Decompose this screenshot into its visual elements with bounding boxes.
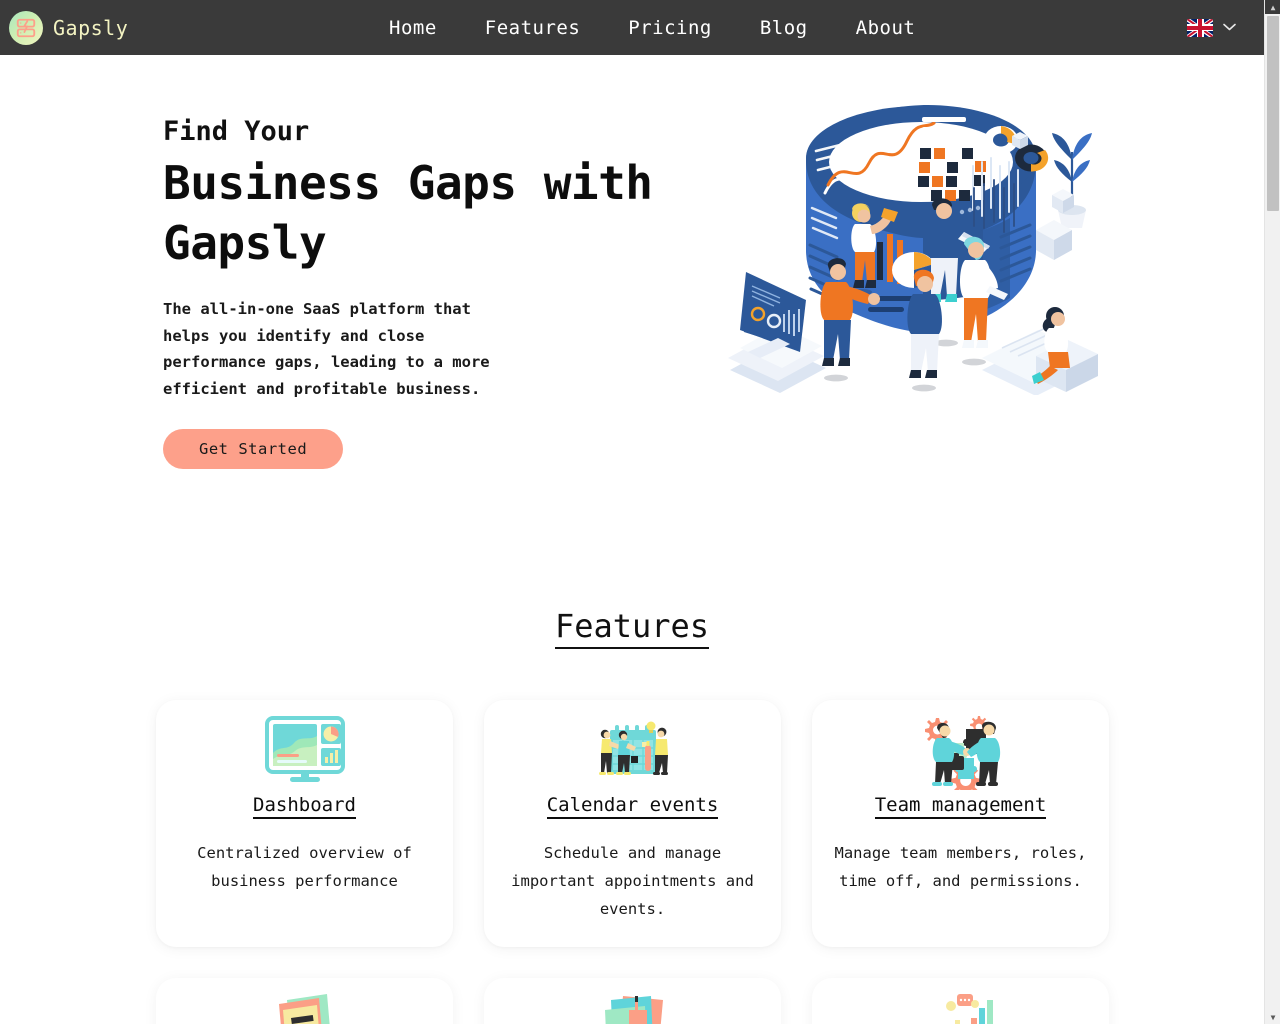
get-started-button[interactable]: Get Started <box>163 428 344 469</box>
feature-card-files[interactable] <box>484 978 781 1024</box>
calendar-events-icon <box>592 712 674 790</box>
feature-card-documents[interactable] <box>156 978 453 1024</box>
language-selector[interactable] <box>1187 18 1236 37</box>
nav-item-home[interactable]: Home <box>365 11 461 45</box>
features-heading-text: Features <box>554 607 710 649</box>
hero-section: Find Your Business Gaps with Gapsly The … <box>0 55 1264 575</box>
features-card-grid: Dashboard Centralized overview of busine… <box>156 700 1109 947</box>
reports-chart-icon <box>917 990 1005 1024</box>
nav-item-pricing[interactable]: Pricing <box>604 11 736 45</box>
feature-card-reports[interactable] <box>812 978 1109 1024</box>
scrollbar-thumb[interactable] <box>1267 16 1279 211</box>
nav-item-blog[interactable]: Blog <box>736 11 832 45</box>
hero-eyebrow: Find Your <box>163 116 310 147</box>
server-bolt-icon <box>9 10 43 45</box>
site-header: Gapsly Home Features Pricing Blog About <box>0 0 1264 55</box>
feature-card-dashboard[interactable]: Dashboard Centralized overview of busine… <box>156 700 453 947</box>
page-root: Gapsly Home Features Pricing Blog About <box>0 0 1280 1024</box>
feature-title-team-management: Team management <box>874 794 1047 819</box>
feature-title-dashboard: Dashboard <box>253 794 356 819</box>
brand-logo-link[interactable]: Gapsly <box>9 10 129 45</box>
feature-title-calendar-events: Calendar events <box>546 794 719 819</box>
nav-item-about[interactable]: About <box>832 11 940 45</box>
main-navigation: Home Features Pricing Blog About <box>365 11 939 45</box>
dashboard-monitor-icon <box>264 712 346 790</box>
brand-name: Gapsly <box>53 15 129 40</box>
scroll-down-arrow[interactable]: ▼ <box>1265 1010 1280 1024</box>
page-title: Business Gaps with Gapsly <box>163 155 653 271</box>
feature-card-calendar-events[interactable]: Calendar events Schedule and manage impo… <box>484 700 781 947</box>
chevron-down-icon <box>1223 21 1236 34</box>
feature-card-team-management[interactable]: Team management Manage team members, rol… <box>812 700 1109 947</box>
features-card-grid-row2 <box>156 978 1109 1024</box>
uk-flag-icon <box>1187 18 1213 37</box>
feature-desc-calendar-events: Schedule and manage important appointmen… <box>511 844 754 919</box>
feature-desc-team-management: Manage team members, roles, time off, an… <box>834 844 1087 891</box>
hero-subcopy: The all-in-one SaaS platform that helps … <box>163 300 490 399</box>
nav-item-features[interactable]: Features <box>461 11 605 45</box>
page-scrollbar[interactable]: ▲ ▼ <box>1264 0 1280 1024</box>
hero-text-block: Find Your Business Gaps with Gapsly The … <box>163 117 723 469</box>
features-heading: Features <box>0 607 1264 649</box>
feature-desc-dashboard: Centralized overview of business perform… <box>197 844 412 891</box>
files-folder-icon <box>593 990 673 1024</box>
scroll-up-arrow[interactable]: ▲ <box>1265 0 1280 14</box>
documents-icon <box>265 990 345 1024</box>
hero-illustration <box>718 100 1122 396</box>
team-management-icon <box>916 712 1006 790</box>
